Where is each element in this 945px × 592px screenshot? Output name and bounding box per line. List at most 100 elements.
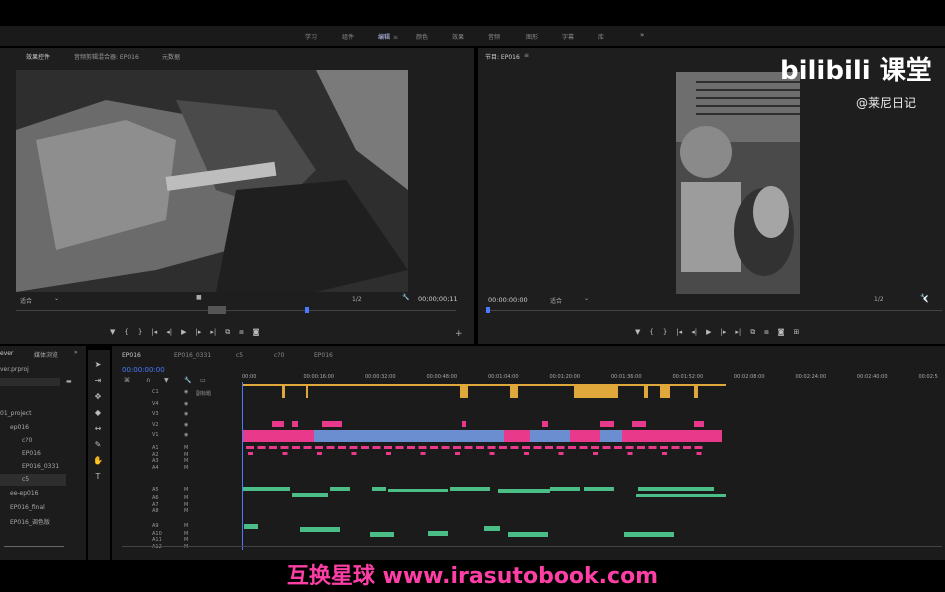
go-to-in-icon[interactable]: |◂ — [151, 328, 157, 336]
mute-icon[interactable]: M — [184, 544, 188, 550]
captions-icon[interactable]: ▭ — [200, 377, 206, 384]
mark-in-icon[interactable]: { — [649, 328, 653, 336]
audio-clip[interactable] — [450, 487, 490, 491]
audio-clip[interactable] — [662, 452, 667, 455]
track-name-a11[interactable]: A11 — [152, 537, 162, 543]
audio-clip[interactable] — [292, 446, 300, 449]
audio-clip[interactable] — [484, 526, 500, 531]
tab-metadata[interactable]: 元数据 — [162, 52, 180, 61]
slip-icon[interactable]: ↔ — [93, 424, 103, 434]
caption-clip[interactable] — [644, 386, 648, 398]
track-name-v1[interactable]: V1 — [152, 432, 159, 438]
audio-clip[interactable] — [627, 452, 633, 455]
audio-clip[interactable] — [361, 446, 369, 449]
tab-audio-mixer[interactable]: 音频剪辑混合器: EP016 — [74, 52, 139, 61]
workspace-libraries[interactable]: 库 — [598, 32, 604, 41]
audio-clip[interactable] — [464, 446, 473, 449]
workspace-graphics[interactable]: 图形 — [526, 32, 538, 41]
video-clip[interactable] — [272, 421, 284, 427]
tab-project[interactable]: ever — [0, 350, 13, 357]
zoom-slider[interactable] — [4, 546, 64, 547]
video-clip[interactable] — [530, 430, 570, 442]
timeline-timecode[interactable]: 00:00:00:00 — [122, 366, 165, 374]
project-item[interactable]: c?0 — [22, 437, 32, 444]
audio-clip[interactable] — [660, 446, 668, 449]
project-item[interactable]: EP016_final — [10, 504, 45, 511]
audio-clip[interactable] — [568, 446, 576, 449]
caption-clip[interactable] — [660, 386, 670, 398]
tab-sequence[interactable]: c5 — [236, 352, 243, 359]
play-icon[interactable]: ▶ — [706, 328, 711, 336]
track-name-a12[interactable]: A12 — [152, 544, 162, 550]
wrench-icon[interactable]: 🔧 — [402, 294, 409, 301]
eye-icon[interactable]: ◉ — [184, 411, 188, 417]
ripple-edit-icon[interactable]: ✥ — [93, 392, 103, 402]
program-playhead[interactable] — [486, 307, 490, 313]
audio-clip[interactable] — [584, 487, 614, 491]
caption-clip[interactable] — [282, 386, 285, 398]
audio-clip[interactable] — [522, 446, 530, 449]
mark-out-icon[interactable]: } — [663, 328, 667, 336]
audio-clip[interactable] — [407, 446, 415, 449]
mute-icon[interactable]: M — [184, 458, 188, 464]
audio-clip[interactable] — [349, 446, 358, 449]
track-name-a4[interactable]: A4 — [152, 465, 159, 471]
audio-clip[interactable] — [338, 446, 346, 449]
audio-clip[interactable] — [510, 446, 519, 449]
linked-selection-icon[interactable]: ∩ — [146, 377, 150, 384]
tab-sequence[interactable]: EP016_0331 — [174, 352, 211, 359]
mute-icon[interactable]: M — [184, 487, 188, 493]
program-ratio[interactable]: 1/2 — [874, 296, 884, 303]
timeline-clips[interactable] — [240, 386, 945, 556]
chevron-down-icon[interactable]: ⌄ — [54, 295, 59, 302]
caption-clip[interactable] — [306, 386, 308, 398]
mark-in-icon[interactable]: { — [124, 328, 128, 336]
audio-clip[interactable] — [637, 446, 645, 449]
audio-clip[interactable] — [556, 446, 565, 449]
video-clip[interactable] — [632, 421, 646, 427]
lift-icon[interactable]: ⧉ — [750, 328, 755, 336]
marker-icon[interactable]: ▼ — [164, 377, 169, 384]
step-back-icon[interactable]: ◂| — [166, 328, 172, 336]
audio-clip[interactable] — [602, 446, 611, 449]
program-timecode[interactable]: 00:00:00:00 — [488, 296, 528, 304]
step-forward-icon[interactable]: |▸ — [720, 328, 726, 336]
audio-clip[interactable] — [508, 532, 548, 537]
project-item[interactable]: 01_project — [0, 410, 31, 417]
audio-clip[interactable] — [280, 446, 289, 449]
program-scrubber[interactable] — [486, 310, 942, 311]
video-clip[interactable] — [322, 421, 342, 427]
audio-clip[interactable] — [498, 489, 550, 493]
track-name-a5[interactable]: A5 — [152, 487, 159, 493]
go-to-out-icon[interactable]: ▸| — [210, 328, 216, 336]
audio-clip[interactable] — [370, 532, 394, 537]
program-title[interactable]: 节目: EP016 — [485, 52, 520, 61]
audio-clip[interactable] — [246, 446, 254, 449]
project-item[interactable]: ee-ep016 — [10, 490, 39, 497]
source-ratio[interactable]: 1/2 — [352, 296, 362, 303]
program-fit-label[interactable]: 适合 — [550, 296, 562, 305]
audio-clip[interactable] — [489, 452, 495, 455]
search-input[interactable] — [0, 378, 60, 386]
caption-clip[interactable] — [574, 386, 618, 398]
play-icon[interactable]: ▶ — [181, 328, 186, 336]
audio-clip[interactable] — [625, 446, 634, 449]
track-name-a1[interactable]: A1 — [152, 445, 159, 451]
audio-clip[interactable] — [524, 452, 529, 455]
audio-clip[interactable] — [428, 531, 448, 536]
audio-clip[interactable] — [326, 446, 335, 449]
camera-icon[interactable]: ◙ — [253, 328, 260, 336]
timeline-scrollbar[interactable] — [122, 546, 942, 547]
video-clip[interactable] — [462, 421, 466, 427]
track-name-a9[interactable]: A9 — [152, 523, 159, 529]
track-name-v4[interactable]: V4 — [152, 401, 159, 407]
audio-clip[interactable] — [351, 452, 357, 455]
audio-clip[interactable] — [395, 446, 404, 449]
workspace-color[interactable]: 颜色 — [416, 32, 428, 41]
tab-sequence-ep016[interactable]: EP016 — [122, 352, 141, 359]
razor-icon[interactable]: ◆ — [93, 408, 103, 418]
audio-clip[interactable] — [453, 446, 461, 449]
project-item[interactable]: EP016_调色版 — [10, 517, 50, 526]
audio-clip[interactable] — [430, 446, 438, 449]
audio-clip[interactable] — [671, 446, 680, 449]
